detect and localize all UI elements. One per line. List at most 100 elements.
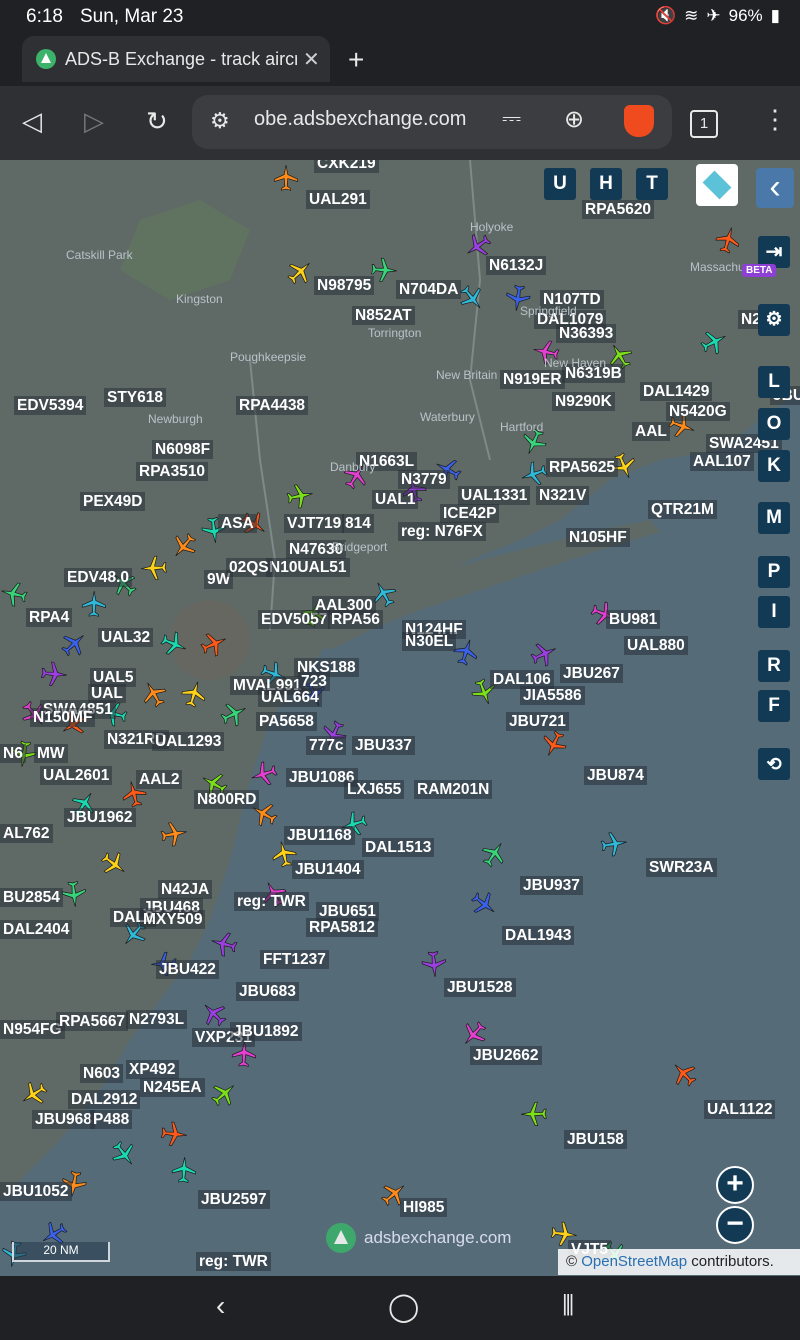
flight-label[interactable]: RAM201N [414, 780, 493, 799]
flight-label[interactable]: QTR21M [648, 500, 717, 519]
aircraft-icon[interactable] [59, 879, 90, 910]
flight-label[interactable]: JBU874 [584, 766, 647, 785]
flight-label[interactable]: PA5658 [256, 712, 317, 731]
flight-label[interactable]: 777c [306, 736, 347, 755]
flight-label[interactable]: N321V [536, 486, 590, 505]
flight-label[interactable]: ASA [218, 514, 257, 533]
flight-label[interactable]: reg: TWR [234, 892, 309, 911]
flight-label[interactable]: UAL [88, 684, 126, 703]
flight-label[interactable]: JBU267 [560, 664, 623, 683]
flight-label[interactable]: N245EA [140, 1078, 205, 1097]
flight-label[interactable]: CXK219 [314, 160, 379, 173]
flight-label[interactable]: RPA5812 [306, 918, 379, 937]
toggle-o-button[interactable]: O [758, 408, 790, 440]
flight-label[interactable]: RPA4 [26, 608, 73, 627]
flight-map[interactable]: CXK219 UAL291 RPA5620 N6132J N704DA N98795 N85… [0, 160, 800, 1276]
flight-label[interactable]: DAL1943 [502, 926, 575, 945]
aircraft-icon[interactable] [598, 828, 630, 860]
flight-label[interactable]: JBU1962 [64, 808, 136, 827]
aircraft-icon[interactable] [169, 1155, 198, 1184]
flight-label[interactable]: reg: N76FX [398, 522, 486, 541]
flight-label[interactable]: PEX49D [80, 492, 146, 511]
flight-label[interactable]: N603 [80, 1064, 124, 1083]
flight-label[interactable]: N919ER [500, 370, 565, 389]
flight-label[interactable]: JBU2597 [198, 1190, 270, 1209]
flight-label[interactable]: JBU158 [564, 1130, 627, 1149]
flight-label[interactable]: P488 [90, 1110, 133, 1129]
flight-label[interactable]: AAL107 [690, 452, 754, 471]
flight-label[interactable]: DAL2912 [68, 1090, 141, 1109]
flight-label[interactable]: MXY509 [140, 910, 206, 929]
flight-label[interactable]: JBU683 [236, 982, 299, 1001]
flight-label[interactable]: EDV48.0 [64, 568, 133, 587]
flight-label[interactable]: UAL1331 [458, 486, 531, 505]
download-icon[interactable]: ⊕ [564, 105, 584, 134]
flight-label[interactable]: JBU337 [352, 736, 415, 755]
flight-label[interactable]: JBU2662 [470, 1046, 542, 1065]
flight-label[interactable]: VJT719 [284, 514, 345, 533]
flight-label[interactable]: N704DA [396, 280, 462, 299]
toggle-k-button[interactable]: K [758, 450, 790, 482]
flight-label[interactable]: N42JA [158, 880, 213, 899]
flight-label[interactable]: N36393 [556, 324, 617, 343]
flight-label[interactable]: EDV5394 [14, 396, 87, 415]
toggle-t-button[interactable]: T [636, 168, 668, 200]
flight-label[interactable]: ICE42P [440, 504, 500, 523]
flight-label[interactable]: AAL2 [136, 770, 183, 789]
system-home-icon[interactable]: ◯ [388, 1290, 419, 1323]
new-tab-button[interactable]: + [348, 44, 364, 76]
flight-label[interactable]: JBU1052 [0, 1182, 72, 1201]
flight-label[interactable]: UAL1 [372, 490, 419, 509]
url-text[interactable]: obe.adsbexchange.com [254, 108, 466, 131]
toggle-p-button[interactable]: P [758, 556, 790, 588]
flight-label[interactable]: N150MF [30, 708, 96, 727]
aircraft-icon[interactable] [139, 553, 168, 582]
flight-label[interactable]: LXJ655 [344, 780, 405, 799]
forward-icon[interactable]: ▷ [84, 106, 104, 137]
flight-label[interactable]: 814 [342, 514, 374, 533]
aircraft-icon[interactable] [284, 480, 317, 513]
replay-icon[interactable]: ⟲ [758, 748, 790, 780]
flight-label[interactable]: N6098F [152, 440, 214, 459]
osm-link[interactable]: OpenStreetMap [581, 1253, 687, 1270]
flight-label[interactable]: RPA3510 [136, 462, 209, 481]
flight-label[interactable]: UAL1293 [152, 732, 225, 751]
flight-label[interactable]: BU2854 [0, 888, 63, 907]
toggle-l-button[interactable]: L [758, 366, 790, 398]
aircraft-icon[interactable] [158, 818, 190, 850]
flight-label[interactable]: N30EL [402, 632, 457, 651]
flight-label[interactable]: JBU968 [32, 1110, 95, 1129]
flight-label[interactable]: N3779 [398, 470, 450, 489]
flight-label[interactable]: JBU937 [520, 876, 583, 895]
flight-label[interactable]: XP492 [126, 1060, 179, 1079]
flight-label[interactable]: FFT1237 [260, 950, 329, 969]
tab-count-button[interactable]: 1 [690, 110, 718, 138]
flight-label[interactable]: N5420G [666, 402, 730, 421]
flight-label[interactable]: JBU1892 [230, 1022, 302, 1041]
bookmark-icon[interactable]: ⎓ [502, 105, 521, 133]
toggle-r-button[interactable]: R [758, 650, 790, 682]
flight-label[interactable]: RPA5667 [56, 1012, 129, 1031]
flight-label[interactable]: UAL2601 [40, 766, 113, 785]
flight-label[interactable]: N954FG [0, 1020, 65, 1039]
aircraft-icon[interactable] [520, 1100, 548, 1128]
flight-label[interactable]: UAL291 [306, 190, 370, 209]
aircraft-icon[interactable] [159, 1119, 190, 1150]
zoom-in-button[interactable]: + [716, 1166, 754, 1204]
toggle-f-button[interactable]: F [758, 690, 790, 722]
flight-label[interactable]: N9290K [552, 392, 615, 411]
aircraft-icon[interactable] [80, 590, 108, 618]
flight-label[interactable]: JBU1404 [292, 860, 364, 879]
back-icon[interactable]: ◁ [22, 106, 42, 137]
flight-label[interactable]: N105HF [566, 528, 630, 547]
collapse-sidebar-icon[interactable]: ‹ [756, 168, 794, 208]
flight-label[interactable]: UAL32 [98, 628, 154, 647]
flight-label[interactable]: 02QS [226, 558, 272, 577]
flight-label[interactable]: reg: TWR [196, 1252, 271, 1271]
flight-label[interactable]: AAL [632, 422, 670, 441]
aircraft-icon[interactable] [272, 164, 300, 192]
flight-label[interactable]: N6 [0, 744, 26, 763]
flight-label[interactable]: DAL1429 [640, 382, 713, 401]
close-tab-icon[interactable]: ✕ [303, 47, 320, 72]
flight-label[interactable]: DAL2404 [0, 920, 73, 939]
